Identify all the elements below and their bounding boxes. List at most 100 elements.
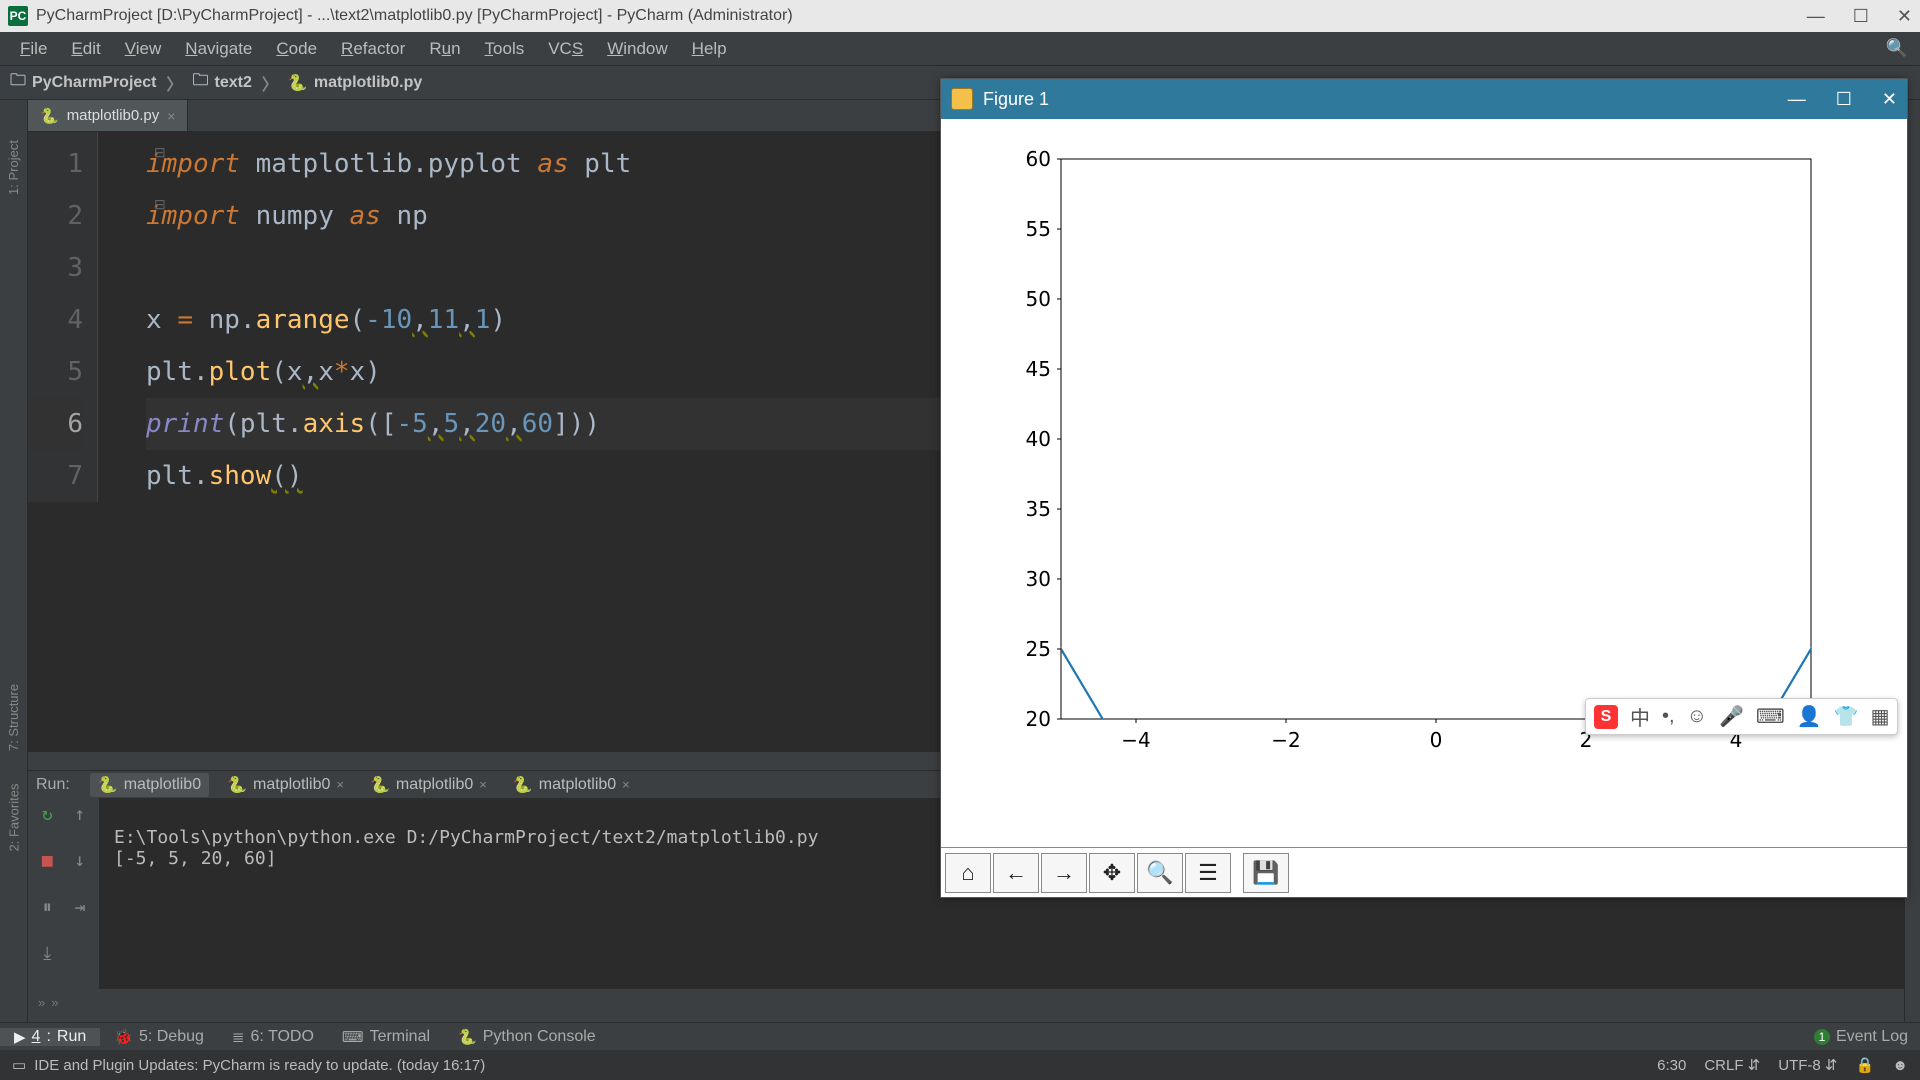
ime-voice-icon[interactable]: 🎤: [1719, 704, 1744, 729]
maximize-icon[interactable]: ☐: [1853, 6, 1869, 27]
pan-icon[interactable]: ✥: [1089, 853, 1135, 893]
up-icon[interactable]: ↑: [67, 804, 94, 844]
ime-user-icon[interactable]: 👤: [1797, 704, 1822, 729]
breadcrumb-file[interactable]: 🐍 matplotlib0.py: [288, 73, 422, 93]
lock-icon[interactable]: 🔒: [1856, 1056, 1875, 1074]
zoom-icon[interactable]: 🔍: [1137, 853, 1183, 893]
svg-text:35: 35: [1026, 497, 1051, 521]
ime-keyboard-icon[interactable]: ⌨: [1756, 704, 1785, 729]
close-icon[interactable]: ×: [622, 777, 630, 792]
fold-icon[interactable]: ⊟: [154, 144, 166, 161]
menu-refactor[interactable]: Refactor: [329, 35, 417, 63]
figure-titlebar[interactable]: Figure 1 — ☐ ✕: [941, 79, 1907, 119]
fold-icon[interactable]: ⊟: [154, 196, 166, 213]
run-controls: ↻ ↑ ■ ↓ ⏸ ⇥ ⤓: [28, 798, 100, 989]
close-icon[interactable]: ✕: [1882, 89, 1897, 110]
folder-icon: 🗀: [193, 69, 209, 96]
run-tab[interactable]: 🐍matplotlib0×: [219, 773, 352, 797]
save-icon[interactable]: 💾: [1243, 853, 1289, 893]
python-file-icon: 🐍: [40, 107, 59, 125]
caret-position[interactable]: 6:30: [1657, 1057, 1686, 1074]
run-tab[interactable]: 🐍matplotlib0×: [362, 773, 495, 797]
line-separator[interactable]: CRLF ⇵: [1704, 1056, 1760, 1074]
close-icon[interactable]: ×: [167, 108, 175, 124]
minimize-icon[interactable]: —: [1807, 6, 1825, 27]
svg-text:20: 20: [1026, 707, 1051, 731]
run-tab[interactable]: 🐍matplotlib0×: [505, 773, 638, 797]
menu-edit[interactable]: Edit: [59, 35, 112, 63]
ime-mode[interactable]: 中: [1630, 702, 1650, 731]
menu-run[interactable]: Run: [417, 35, 472, 63]
hector-icon[interactable]: ☻: [1892, 1057, 1908, 1074]
tool-structure[interactable]: 7: Structure: [6, 684, 21, 751]
forward-icon[interactable]: →: [1041, 853, 1087, 893]
search-icon[interactable]: 🔍: [1886, 38, 1908, 59]
ime-skin-icon[interactable]: 👕: [1834, 704, 1859, 729]
menu-view[interactable]: View: [113, 35, 174, 63]
bug-icon: 🐞: [114, 1028, 133, 1046]
breadcrumb-file-label: matplotlib0.py: [314, 74, 422, 92]
breadcrumb-folder-label: text2: [215, 74, 252, 92]
close-icon[interactable]: ×: [336, 777, 344, 792]
folder-icon: 🗀: [10, 69, 26, 96]
run-label: Run:: [36, 776, 80, 794]
toolwindow-todo[interactable]: ≣6: TODO: [218, 1028, 328, 1046]
home-icon[interactable]: ⌂: [945, 853, 991, 893]
configure-icon[interactable]: ☰: [1185, 853, 1231, 893]
ime-emoji-icon[interactable]: ☺: [1687, 705, 1707, 728]
menu-help[interactable]: Help: [680, 35, 739, 63]
ime-menu-icon[interactable]: ▦: [1871, 704, 1890, 729]
breadcrumb-project[interactable]: 🗀 PyCharmProject: [10, 69, 157, 96]
ime-toolbar[interactable]: S 中 •, ☺ 🎤 ⌨ 👤 👕 ▦: [1585, 698, 1898, 735]
figure-toolbar: ⌂ ← → ✥ 🔍 ☰ 💾: [941, 847, 1907, 897]
back-icon[interactable]: ←: [993, 853, 1039, 893]
close-icon[interactable]: ✕: [1897, 6, 1912, 27]
notification-badge: 1: [1814, 1029, 1830, 1045]
run-output[interactable]: E:\Tools\python\python.exe D:/PyCharmPro…: [100, 798, 832, 989]
export-icon[interactable]: ⤓: [34, 943, 61, 983]
menu-navigate[interactable]: Navigate: [173, 35, 264, 63]
terminal-icon: ⌨: [342, 1028, 364, 1046]
toolwindow-run[interactable]: ▶4: Run: [0, 1028, 100, 1046]
titlebar: PC PyCharmProject [D:\PyCharmProject] - …: [0, 0, 1920, 32]
breadcrumb-project-label: PyCharmProject: [32, 74, 157, 92]
down-icon[interactable]: ↓: [67, 850, 94, 890]
rerun-icon[interactable]: ↻: [34, 804, 61, 844]
toolwindow-python-console[interactable]: 🐍Python Console: [444, 1028, 610, 1046]
tool-favorites[interactable]: 2: Favorites: [6, 784, 21, 852]
tool-project[interactable]: 1: Project: [6, 140, 21, 195]
chevron-right-icon[interactable]: »: [51, 995, 58, 1010]
svg-text:25: 25: [1026, 637, 1051, 661]
close-icon[interactable]: ×: [479, 777, 487, 792]
svg-text:50: 50: [1026, 287, 1051, 311]
menu-vcs[interactable]: VCS: [536, 35, 595, 63]
soft-wrap-icon[interactable]: ⇥: [67, 897, 94, 937]
editor-gutter: 12345 67: [28, 132, 98, 502]
maximize-icon[interactable]: ☐: [1836, 89, 1852, 110]
pause-icon[interactable]: ⏸: [34, 897, 61, 937]
menu-window[interactable]: Window: [595, 35, 679, 63]
event-log-button[interactable]: Event Log: [1836, 1028, 1908, 1046]
editor-tab-label: matplotlib0.py: [67, 107, 160, 124]
menu-tools[interactable]: Tools: [473, 35, 537, 63]
figure-canvas[interactable]: 60 55 50 45 40 35 30 25 20: [941, 119, 1907, 847]
menubar: File Edit View Navigate Code Refactor Ru…: [0, 32, 1920, 66]
status-bar: ▭ IDE and Plugin Updates: PyCharm is rea…: [0, 1050, 1920, 1080]
toolwindow-terminal[interactable]: ⌨Terminal: [328, 1028, 444, 1046]
minimize-icon[interactable]: —: [1788, 89, 1806, 110]
figure-window[interactable]: Figure 1 — ☐ ✕ 60 55 50 45 40 35 30: [940, 78, 1908, 898]
svg-text:−4: −4: [1121, 728, 1150, 752]
svg-text:−2: −2: [1271, 728, 1300, 752]
svg-text:45: 45: [1026, 357, 1051, 381]
run-tab[interactable]: 🐍matplotlib0: [90, 773, 209, 797]
stop-icon[interactable]: ■: [34, 850, 61, 890]
toolwindow-debug[interactable]: 🐞5: Debug: [100, 1028, 218, 1046]
menu-code[interactable]: Code: [264, 35, 329, 63]
menu-file[interactable]: File: [8, 35, 59, 63]
file-encoding[interactable]: UTF-8 ⇵: [1778, 1056, 1837, 1074]
svg-text:30: 30: [1026, 567, 1051, 591]
breadcrumb-folder[interactable]: 🗀 text2: [193, 69, 252, 96]
ime-punct-icon[interactable]: •,: [1662, 705, 1675, 728]
chevron-right-icon[interactable]: »: [38, 995, 45, 1010]
editor-tab-matplotlib0[interactable]: 🐍 matplotlib0.py ×: [28, 100, 188, 131]
